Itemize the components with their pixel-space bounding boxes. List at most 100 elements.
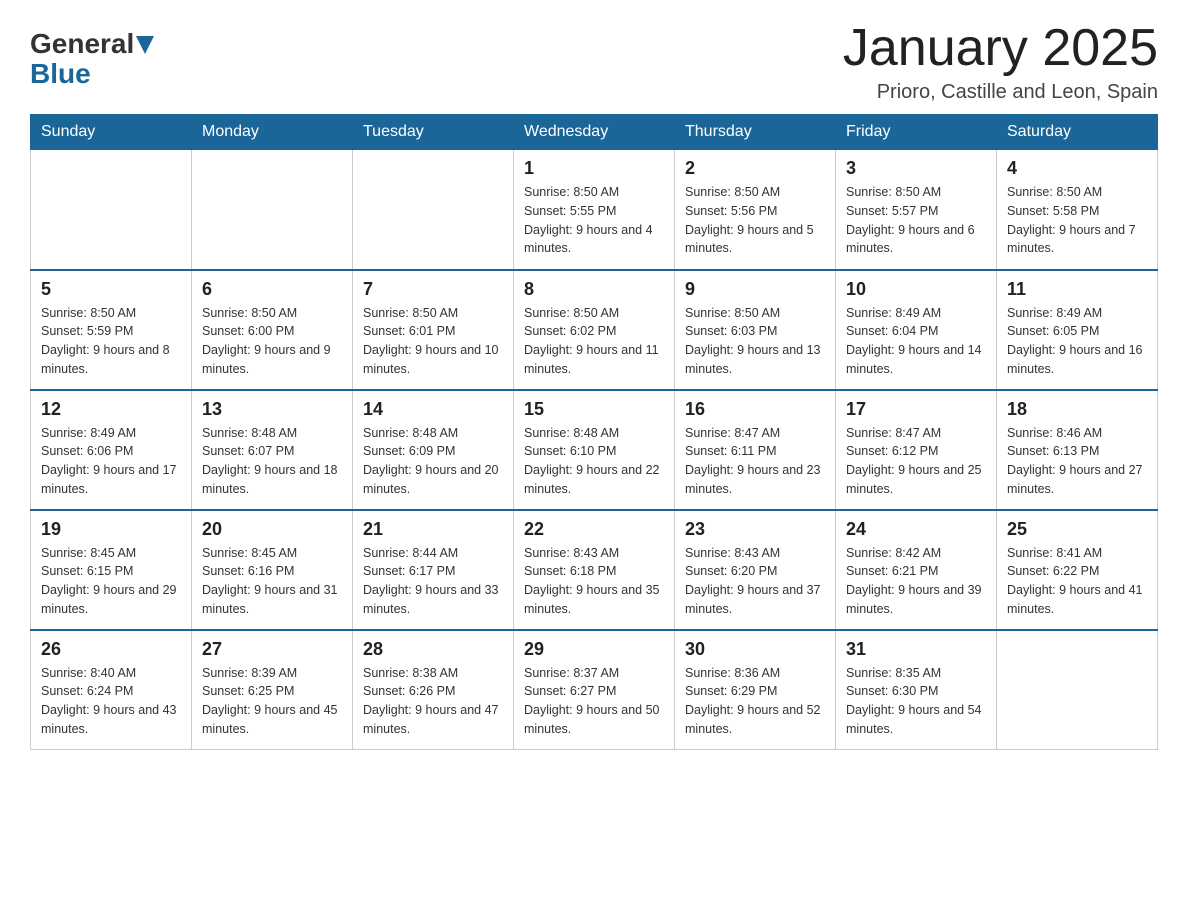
day-info: Sunrise: 8:49 AMSunset: 6:05 PMDaylight:… [1007,304,1147,379]
day-number: 27 [202,639,342,660]
calendar-week-row: 26Sunrise: 8:40 AMSunset: 6:24 PMDayligh… [31,630,1158,750]
day-number: 12 [41,399,181,420]
calendar-cell: 17 Sunrise: 8:47 AMSunset: 6:12 PMDayligh… [836,390,997,510]
calendar-cell [192,150,353,270]
day-number: 18 [1007,399,1147,420]
calendar-cell: 12 Sunrise: 8:49 AMSunset: 6:06 PMDayligh… [31,390,192,510]
day-info: Sunrise: 8:39 AMSunset: 6:25 PMDaylight:… [202,664,342,739]
day-number: 16 [685,399,825,420]
day-number: 15 [524,399,664,420]
calendar-cell: 30Sunrise: 8:36 AMSunset: 6:29 PMDayligh… [675,630,836,750]
day-info: Sunrise: 8:38 AMSunset: 6:26 PMDaylight:… [363,664,503,739]
day-info: Sunrise: 8:50 AMSunset: 5:55 PMDaylight:… [524,183,664,258]
day-number: 7 [363,279,503,300]
calendar-cell: 25 Sunrise: 8:41 AMSunset: 6:22 PMDayligh… [997,510,1158,630]
weekday-header-friday: Friday [836,115,997,150]
day-number: 6 [202,279,342,300]
day-number: 19 [41,519,181,540]
day-info: Sunrise: 8:50 AMSunset: 5:56 PMDaylight:… [685,183,825,258]
calendar-cell: 24 Sunrise: 8:42 AMSunset: 6:21 PMDayligh… [836,510,997,630]
calendar-header-row: SundayMondayTuesdayWednesdayThursdayFrid… [31,115,1158,150]
day-info: Sunrise: 8:41 AMSunset: 6:22 PMDaylight:… [1007,544,1147,619]
day-info: Sunrise: 8:37 AMSunset: 6:27 PMDaylight:… [524,664,664,739]
day-number: 17 [846,399,986,420]
day-info: Sunrise: 8:42 AMSunset: 6:21 PMDaylight:… [846,544,986,619]
calendar-cell: 13 Sunrise: 8:48 AMSunset: 6:07 PMDayligh… [192,390,353,510]
calendar-week-row: 19 Sunrise: 8:45 AMSunset: 6:15 PMDayligh… [31,510,1158,630]
weekday-header-tuesday: Tuesday [353,115,514,150]
day-info: Sunrise: 8:44 AMSunset: 6:17 PMDaylight:… [363,544,503,619]
calendar-cell: 7Sunrise: 8:50 AMSunset: 6:01 PMDaylight… [353,270,514,390]
day-info: Sunrise: 8:45 AMSunset: 6:16 PMDaylight:… [202,544,342,619]
day-number: 3 [846,158,986,179]
day-info: Sunrise: 8:35 AMSunset: 6:30 PMDaylight:… [846,664,986,739]
day-info: Sunrise: 8:48 AMSunset: 6:09 PMDaylight:… [363,424,503,499]
day-number: 26 [41,639,181,660]
day-info: Sunrise: 8:48 AMSunset: 6:10 PMDaylight:… [524,424,664,499]
day-number: 13 [202,399,342,420]
day-info: Sunrise: 8:45 AMSunset: 6:15 PMDaylight:… [41,544,181,619]
day-info: Sunrise: 8:50 AMSunset: 5:59 PMDaylight:… [41,304,181,379]
day-number: 22 [524,519,664,540]
logo: General Blue [30,20,154,90]
weekday-header-saturday: Saturday [997,115,1158,150]
calendar-week-row: 5 Sunrise: 8:50 AMSunset: 5:59 PMDaylight… [31,270,1158,390]
day-info: Sunrise: 8:50 AMSunset: 5:57 PMDaylight:… [846,183,986,258]
day-number: 30 [685,639,825,660]
calendar-cell: 15 Sunrise: 8:48 AMSunset: 6:10 PMDayligh… [514,390,675,510]
calendar-cell: 21Sunrise: 8:44 AMSunset: 6:17 PMDayligh… [353,510,514,630]
calendar-cell: 2Sunrise: 8:50 AMSunset: 5:56 PMDaylight… [675,150,836,270]
calendar-week-row: 1 Sunrise: 8:50 AMSunset: 5:55 PMDaylight… [31,150,1158,270]
day-number: 29 [524,639,664,660]
calendar-cell: 1 Sunrise: 8:50 AMSunset: 5:55 PMDaylight… [514,150,675,270]
calendar-cell: 11Sunrise: 8:49 AMSunset: 6:05 PMDayligh… [997,270,1158,390]
weekday-header-monday: Monday [192,115,353,150]
day-info: Sunrise: 8:50 AMSunset: 6:03 PMDaylight:… [685,304,825,379]
day-info: Sunrise: 8:48 AMSunset: 6:07 PMDaylight:… [202,424,342,499]
calendar-cell: 28 Sunrise: 8:38 AMSunset: 6:26 PMDayligh… [353,630,514,750]
calendar-cell: 10 Sunrise: 8:49 AMSunset: 6:04 PMDayligh… [836,270,997,390]
calendar-cell [353,150,514,270]
title-block: January 2025 Prioro, Castille and Leon, … [843,20,1158,104]
day-info: Sunrise: 8:49 AMSunset: 6:06 PMDaylight:… [41,424,181,499]
calendar-cell: 9 Sunrise: 8:50 AMSunset: 6:03 PMDaylight… [675,270,836,390]
day-info: Sunrise: 8:50 AMSunset: 6:02 PMDaylight:… [524,304,664,379]
weekday-header-thursday: Thursday [675,115,836,150]
logo-blue-text: Blue [30,58,91,89]
location-text: Prioro, Castille and Leon, Spain [843,81,1158,104]
month-title: January 2025 [843,20,1158,77]
calendar-cell: 19 Sunrise: 8:45 AMSunset: 6:15 PMDayligh… [31,510,192,630]
calendar-cell [997,630,1158,750]
day-info: Sunrise: 8:47 AMSunset: 6:12 PMDaylight:… [846,424,986,499]
day-number: 10 [846,279,986,300]
calendar-week-row: 12 Sunrise: 8:49 AMSunset: 6:06 PMDayligh… [31,390,1158,510]
calendar-cell: 29 Sunrise: 8:37 AMSunset: 6:27 PMDayligh… [514,630,675,750]
calendar-cell: 8Sunrise: 8:50 AMSunset: 6:02 PMDaylight… [514,270,675,390]
calendar-cell: 4 Sunrise: 8:50 AMSunset: 5:58 PMDaylight… [997,150,1158,270]
day-number: 9 [685,279,825,300]
day-info: Sunrise: 8:50 AMSunset: 5:58 PMDaylight:… [1007,183,1147,258]
day-number: 4 [1007,158,1147,179]
day-info: Sunrise: 8:43 AMSunset: 6:20 PMDaylight:… [685,544,825,619]
calendar-cell [31,150,192,270]
logo-general-text: General [30,30,134,58]
day-number: 1 [524,158,664,179]
day-number: 5 [41,279,181,300]
day-info: Sunrise: 8:50 AMSunset: 6:00 PMDaylight:… [202,304,342,379]
day-number: 24 [846,519,986,540]
calendar-cell: 27 Sunrise: 8:39 AMSunset: 6:25 PMDayligh… [192,630,353,750]
calendar-cell: 3 Sunrise: 8:50 AMSunset: 5:57 PMDaylight… [836,150,997,270]
calendar-table: SundayMondayTuesdayWednesdayThursdayFrid… [30,114,1158,750]
day-info: Sunrise: 8:47 AMSunset: 6:11 PMDaylight:… [685,424,825,499]
day-info: Sunrise: 8:49 AMSunset: 6:04 PMDaylight:… [846,304,986,379]
day-number: 28 [363,639,503,660]
day-info: Sunrise: 8:46 AMSunset: 6:13 PMDaylight:… [1007,424,1147,499]
day-number: 25 [1007,519,1147,540]
weekday-header-wednesday: Wednesday [514,115,675,150]
calendar-cell: 26Sunrise: 8:40 AMSunset: 6:24 PMDayligh… [31,630,192,750]
day-number: 31 [846,639,986,660]
calendar-cell: 18 Sunrise: 8:46 AMSunset: 6:13 PMDayligh… [997,390,1158,510]
calendar-cell: 31 Sunrise: 8:35 AMSunset: 6:30 PMDayligh… [836,630,997,750]
day-info: Sunrise: 8:43 AMSunset: 6:18 PMDaylight:… [524,544,664,619]
calendar-cell: 22 Sunrise: 8:43 AMSunset: 6:18 PMDayligh… [514,510,675,630]
